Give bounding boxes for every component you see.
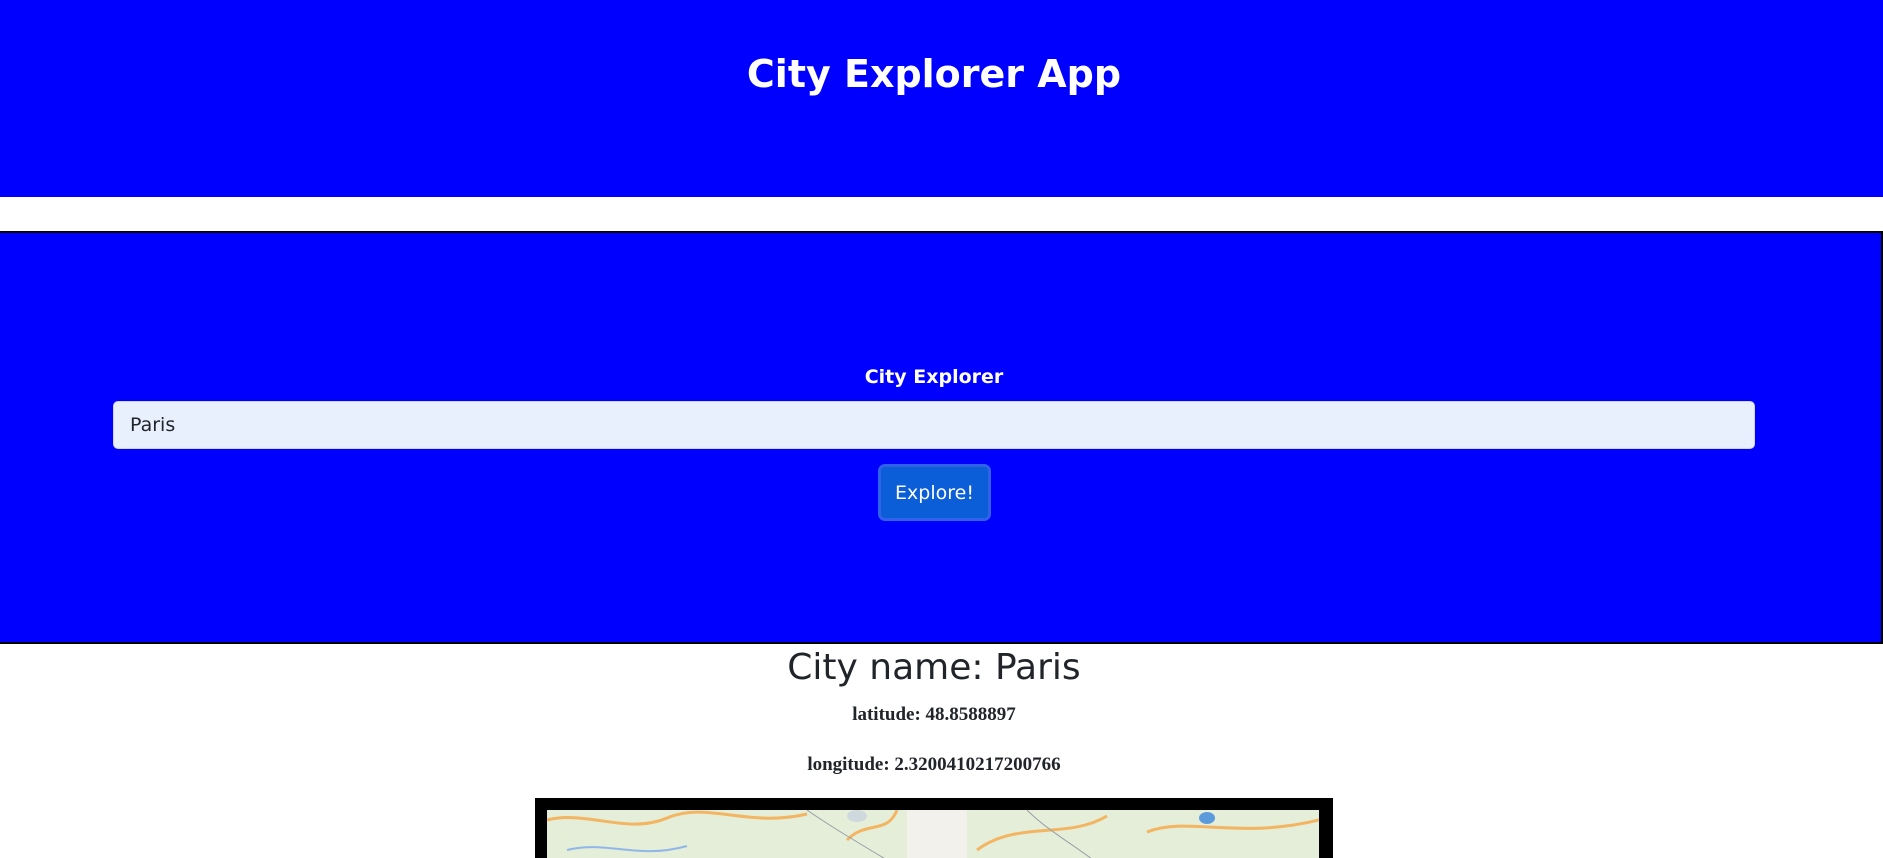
map-frame <box>535 798 1333 858</box>
city-explorer-label: City Explorer <box>864 366 1004 388</box>
city-name-heading: City name: Paris <box>787 647 1081 688</box>
longitude-text: longitude: 2.3200410217200766 <box>807 754 1061 775</box>
search-panel: City Explorer Explore! <box>0 231 1883 644</box>
latitude-text: latitude: 48.8588897 <box>852 704 1016 725</box>
city-search-input[interactable] <box>113 401 1755 449</box>
map-tile-graphic <box>547 810 1319 858</box>
app-title: City Explorer App <box>746 52 1122 96</box>
map-image <box>547 810 1319 858</box>
app-header: City Explorer App <box>0 0 1883 197</box>
explore-button[interactable]: Explore! <box>878 464 991 521</box>
